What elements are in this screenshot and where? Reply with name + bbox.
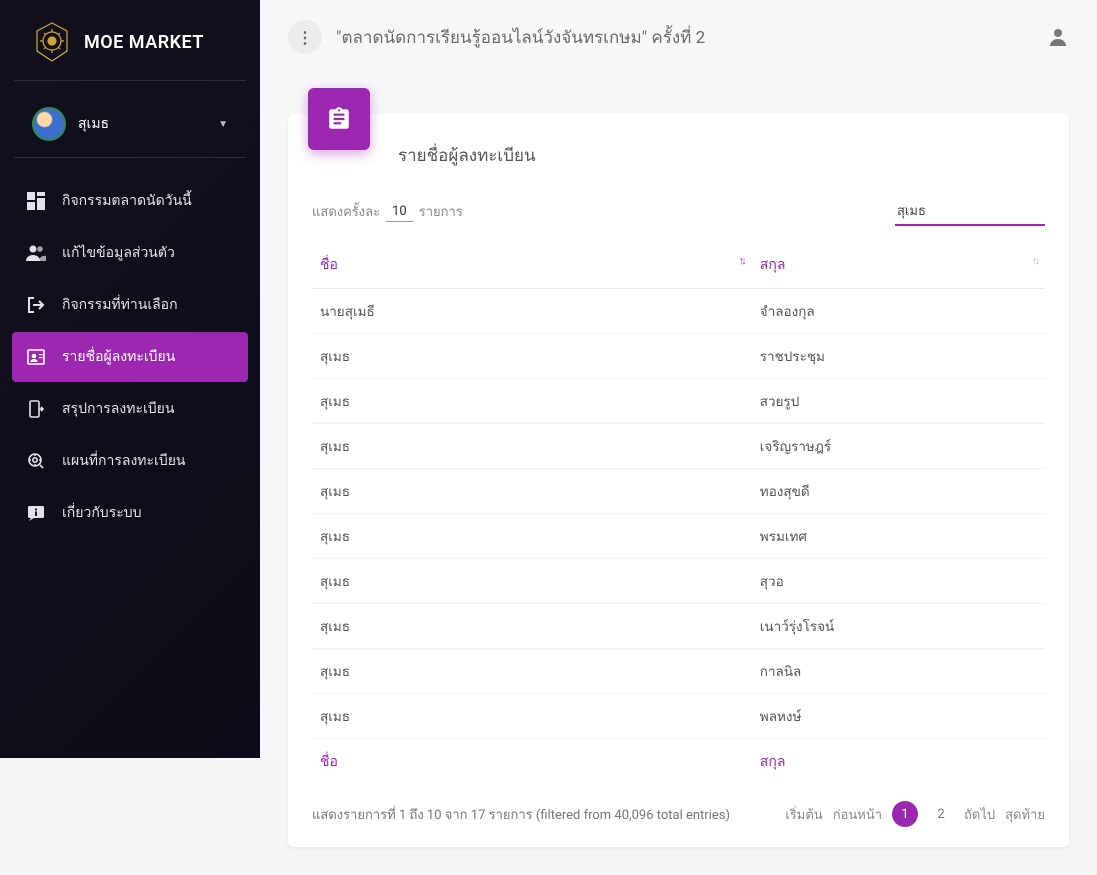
page-size-label: แสดงครั้งละ <box>312 201 380 222</box>
cell-first-name: สุเมธ <box>312 559 752 604</box>
more-vert-icon: ⋮ <box>297 28 313 47</box>
nav-label: แก้ไขข้อมูลส่วนตัว <box>62 242 175 264</box>
cell-first-name: สุเมธ <box>312 694 752 739</box>
page-1[interactable]: 1 <box>892 801 918 827</box>
page-size-suffix: รายการ <box>419 201 463 222</box>
sidebar-item-today[interactable]: กิจกรรมตลาดนัดวันนี้ <box>12 176 248 226</box>
brand-title: MOE MARKET <box>84 32 204 53</box>
page-next[interactable]: ถัดไป <box>964 804 995 825</box>
sidebar-item-selected[interactable]: กิจกรรมที่ท่านเลือก <box>12 280 248 330</box>
pagination: เริ่มต้น ก่อนหน้า 1 2 ถัดไป สุดท้าย <box>785 801 1045 827</box>
foot-first-name: ชื่อ <box>312 739 752 786</box>
cell-last-name: พลหงษ์ <box>752 694 1045 739</box>
table-row[interactable]: สุเมธราชประชุม <box>312 334 1045 379</box>
sort-icon: ↑↓ <box>739 254 744 267</box>
table-row[interactable]: สุเมธพลหงษ์ <box>312 694 1045 739</box>
map-search-icon <box>26 451 46 471</box>
registrants-card: รายชื่อผู้ลงทะเบียน แสดงครั้งละ 10 รายกา… <box>288 114 1069 847</box>
cell-last-name: เนาว์รุ่งโรจน์ <box>752 604 1045 649</box>
account-icon[interactable] <box>1047 26 1069 48</box>
table-controls: แสดงครั้งละ 10 รายการ <box>312 197 1045 226</box>
exit-icon <box>26 295 46 315</box>
table-row[interactable]: สุเมธพรมเทศ <box>312 514 1045 559</box>
nav-label: กิจกรรมที่ท่านเลือก <box>62 294 178 316</box>
cell-last-name: ราชประชุม <box>752 334 1045 379</box>
contact-icon <box>26 347 46 367</box>
chevron-down-icon: ▼ <box>218 119 228 130</box>
cell-first-name: สุเมธ <box>312 604 752 649</box>
nav-label: สรุปการลงทะเบียน <box>62 398 174 420</box>
nav-label: กิจกรรมตลาดนัดวันนี้ <box>62 190 192 212</box>
brand-logo-icon <box>32 20 72 64</box>
cell-first-name: สุเมธ <box>312 424 752 469</box>
cell-first-name: นายสุเมธี <box>312 289 752 334</box>
sort-icon: ↑↓ <box>1032 254 1037 267</box>
nav-label: รายชื่อผู้ลงทะเบียน <box>62 346 175 368</box>
sidebar-item-summary[interactable]: สรุปการลงทะเบียน <box>12 384 248 434</box>
cell-first-name: สุเมธ <box>312 514 752 559</box>
cell-first-name: สุเมธ <box>312 649 752 694</box>
table-row[interactable]: สุเมธกาลนิล <box>312 649 1045 694</box>
sidebar-item-profile[interactable]: แก้ไขข้อมูลส่วนตัว <box>12 228 248 278</box>
cell-first-name: สุเมธ <box>312 379 752 424</box>
table-row[interactable]: สุเมธเจริญราษฎร์ <box>312 424 1045 469</box>
sidebar-item-registrants[interactable]: รายชื่อผู้ลงทะเบียน <box>12 332 248 382</box>
content: รายชื่อผู้ลงทะเบียน แสดงครั้งละ 10 รายกา… <box>260 74 1097 875</box>
people-icon <box>26 243 46 263</box>
cell-last-name: สุวอ <box>752 559 1045 604</box>
cell-first-name: สุเมธ <box>312 469 752 514</box>
page-title: "ตลาดนัดการเรียนรู้ออนไลน์วังจันทรเกษม" … <box>336 24 1033 51</box>
more-button[interactable]: ⋮ <box>288 20 322 54</box>
page-prev[interactable]: ก่อนหน้า <box>833 804 882 825</box>
page-2[interactable]: 2 <box>928 801 954 827</box>
user-menu[interactable]: สุเมธ ▼ <box>14 101 246 158</box>
page-size-control: แสดงครั้งละ 10 รายการ <box>312 201 463 222</box>
col-first-name[interactable]: ชื่อ ↑↓ <box>312 242 752 289</box>
nav-label: เกี่ยวกับระบบ <box>62 502 142 524</box>
card-title: รายชื่อผู้ลงทะเบียน <box>398 142 1045 169</box>
nav-label: แผนที่การลงทะเบียน <box>62 450 186 472</box>
table-row[interactable]: นายสุเมธีจำลองกุล <box>312 289 1045 334</box>
main: ⋮ "ตลาดนัดการเรียนรู้ออนไลน์วังจันทรเกษม… <box>260 0 1097 758</box>
assignment-icon <box>308 88 370 150</box>
col-label: สกุล <box>760 257 786 273</box>
table-row[interactable]: สุเมธสุวอ <box>312 559 1045 604</box>
brand: MOE MARKET <box>14 20 246 81</box>
registrants-table: ชื่อ ↑↓ สกุล ↑↓ นายสุเมธีจำลองกุลสุเมธรา… <box>312 242 1045 785</box>
phone-setup-icon <box>26 399 46 419</box>
avatar <box>32 107 66 141</box>
nav-list: กิจกรรมตลาดนัดวันนี้ แก้ไขข้อมูลส่วนตัว … <box>0 168 260 548</box>
cell-last-name: จำลองกุล <box>752 289 1045 334</box>
col-last-name[interactable]: สกุล ↑↓ <box>752 242 1045 289</box>
page-last[interactable]: สุดท้าย <box>1005 804 1045 825</box>
table-row[interactable]: สุเมธเนาว์รุ่งโรจน์ <box>312 604 1045 649</box>
cell-last-name: เจริญราษฎร์ <box>752 424 1045 469</box>
topbar: ⋮ "ตลาดนัดการเรียนรู้ออนไลน์วังจันทรเกษม… <box>260 0 1097 74</box>
cell-first-name: สุเมธ <box>312 334 752 379</box>
search-input[interactable] <box>895 197 1045 226</box>
sidebar: MOE MARKET สุเมธ ▼ กิจกรรมตลาดนัดวันนี้ … <box>0 0 260 758</box>
cell-last-name: ทองสุขดี <box>752 469 1045 514</box>
user-name: สุเมธ <box>78 113 206 135</box>
table-row[interactable]: สุเมธทองสุขดี <box>312 469 1045 514</box>
cell-last-name: พรมเทศ <box>752 514 1045 559</box>
info-icon <box>26 503 46 523</box>
page-first[interactable]: เริ่มต้น <box>785 804 822 825</box>
foot-last-name: สกุล <box>752 739 1045 786</box>
table-row[interactable]: สุเมธสวยรูป <box>312 379 1045 424</box>
dashboard-icon <box>26 191 46 211</box>
col-label: ชื่อ <box>320 257 338 273</box>
cell-last-name: กาลนิล <box>752 649 1045 694</box>
table-footer: แสดงรายการที่ 1 ถึง 10 จาก 17 รายการ (fi… <box>312 801 1045 827</box>
sidebar-item-about[interactable]: เกี่ยวกับระบบ <box>12 488 248 538</box>
cell-last-name: สวยรูป <box>752 379 1045 424</box>
table-info: แสดงรายการที่ 1 ถึง 10 จาก 17 รายการ (fi… <box>312 804 730 825</box>
sidebar-item-map[interactable]: แผนที่การลงทะเบียน <box>12 436 248 486</box>
page-size-select[interactable]: 10 <box>386 202 413 222</box>
